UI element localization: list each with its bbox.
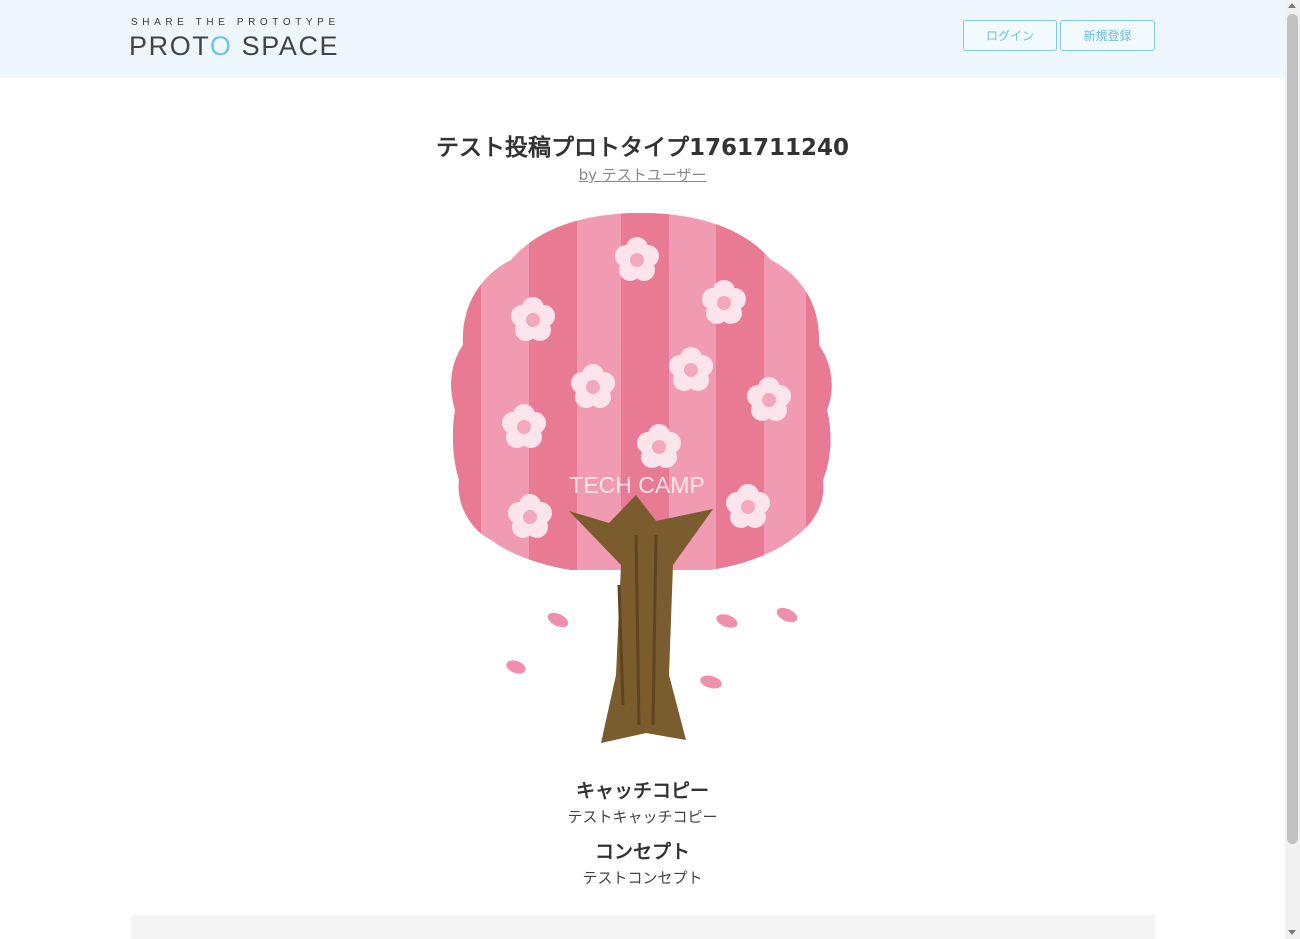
catch-copy-text: テストキャッチコピー [567, 808, 718, 826]
prototype-title: テスト投稿プロトタイプ1761711240 [435, 135, 850, 161]
login-button[interactable]: ログイン [963, 20, 1057, 51]
scrollbar-thumb[interactable] [1287, 14, 1298, 844]
scroll-down-icon[interactable] [1288, 930, 1296, 935]
comment-section [131, 915, 1155, 939]
concept-heading: コンセプト [594, 841, 690, 863]
scroll-up-icon[interactable] [1288, 3, 1296, 8]
site-header: SHARE THE PROTOTYPE PROTO SPACE ログイン 新規登… [0, 0, 1285, 78]
signup-button[interactable]: 新規登録 [1060, 20, 1155, 51]
catch-copy-heading: キャッチコピー [575, 780, 709, 802]
image-watermark: TECH CAMP [569, 472, 704, 498]
prototype-byline: by テストユーザー [0, 164, 1285, 185]
vertical-scrollbar[interactable] [1285, 0, 1300, 939]
logo-tagline: SHARE THE PROTOTYPE [131, 17, 340, 28]
author-link[interactable]: by テストユーザー [579, 166, 707, 184]
concept-text: テストコンセプト [582, 869, 703, 887]
site-logo[interactable]: SHARE THE PROTOTYPE PROTO SPACE [129, 17, 341, 61]
logo-name: PROTO SPACE [129, 31, 340, 61]
tree-trunk [569, 495, 713, 743]
prototype-image: TECH CAMP [441, 205, 841, 755]
